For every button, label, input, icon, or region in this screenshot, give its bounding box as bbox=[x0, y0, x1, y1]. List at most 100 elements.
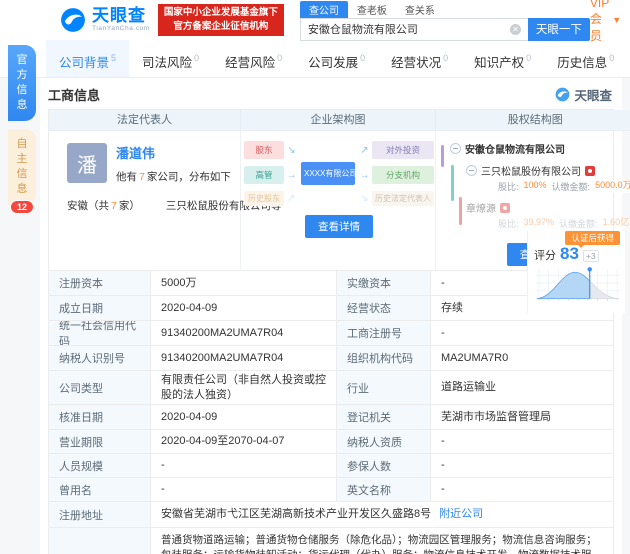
search-tab-boss[interactable]: 查老板 bbox=[348, 1, 396, 18]
watermark-text: 天眼查 bbox=[574, 85, 612, 104]
info-label: 英文名称 bbox=[337, 478, 431, 502]
ratio-value: 100% bbox=[524, 180, 547, 193]
org-chart-detail-button[interactable]: 查看详情 bbox=[305, 215, 373, 238]
ratio-label: 股比: bbox=[498, 217, 519, 230]
info-value: - bbox=[431, 478, 614, 502]
nearby-companies-link[interactable]: 附近公司 bbox=[439, 507, 483, 521]
amount-label: 认缴金额: bbox=[559, 217, 598, 230]
legal-rep-name-link[interactable]: 潘道伟 bbox=[116, 143, 231, 162]
org-node-branches[interactable]: 分支机构 bbox=[372, 166, 434, 184]
info-label-business-scope: 经营范围 bbox=[49, 528, 151, 554]
score-distribution-chart bbox=[534, 265, 622, 303]
tab-intellectual-property[interactable]: 知识产权0 bbox=[461, 40, 544, 77]
org-chart-card: 股东 ↘ 对外投资 ↗ 高管 → XXXX有限公司 → 分支机构 历史股东 ↗ … bbox=[241, 131, 436, 270]
info-value: 2020-04-09至2070-04-07 bbox=[151, 430, 337, 454]
search-tabs: 查公司 查老板 查关系 bbox=[300, 3, 590, 18]
beneficial-owner-icon bbox=[500, 203, 510, 213]
info-label: 行业 bbox=[337, 371, 431, 405]
search-module: 查公司 查老板 查关系 ✕ 天眼一下 bbox=[300, 3, 590, 41]
self-info-count-badge: 12 bbox=[10, 200, 34, 214]
tab-count: 0 bbox=[194, 53, 199, 63]
amount-value: 5000.0万 bbox=[595, 180, 630, 193]
clear-icon[interactable]: ✕ bbox=[510, 24, 521, 35]
info-value: 2020-04-09 bbox=[151, 405, 337, 430]
collapse-icon[interactable] bbox=[450, 143, 461, 154]
shareholder-name-link[interactable]: 三只松鼠股份有限公司 bbox=[481, 163, 581, 178]
score-label: 评分 bbox=[534, 247, 556, 263]
page: 天眼查 TianYanCha.com 国家中小企业发展基金旗下 官方备案企业征信… bbox=[0, 0, 630, 554]
amount-value: 1.60亿 bbox=[603, 217, 630, 230]
registered-address: 安徽省芜湖市弋江区芜湖高新技术产业开发区久盛路8号 附近公司 bbox=[151, 502, 614, 528]
shareholder-name-link[interactable]: 章燎源 bbox=[466, 200, 496, 215]
equity-root-company[interactable]: 安徽仓鼠物流有限公司 bbox=[465, 141, 565, 156]
info-label: 曾用名 bbox=[49, 478, 151, 502]
top-bar: 天眼查 TianYanCha.com 国家中小企业发展基金旗下 官方备案企业征信… bbox=[0, 0, 630, 40]
tab-history-info[interactable]: 历史信息0 bbox=[544, 40, 627, 77]
side-tab-official-info[interactable]: 官方信息 bbox=[8, 45, 36, 121]
search-button[interactable]: 天眼一下 bbox=[528, 18, 590, 41]
business-info-panel: 工商信息 天眼查 法定代表人 企业架构图 股权结构图 潘 潘道伟 他有 bbox=[40, 78, 622, 554]
tree-bar bbox=[451, 165, 454, 201]
gov-badge-line1: 国家中小企业发展基金旗下 bbox=[164, 6, 278, 20]
arrow-right-icon: → bbox=[357, 170, 372, 181]
info-label: 实缴资本 bbox=[337, 271, 431, 296]
tab-operation-risk[interactable]: 经营风险0 bbox=[212, 40, 295, 77]
info-label: 成立日期 bbox=[49, 296, 151, 321]
info-value: - bbox=[151, 454, 337, 478]
score-delta: +3 bbox=[583, 250, 599, 262]
arrow-right-icon: → bbox=[284, 170, 299, 181]
vip-member-menu[interactable]: VIP会员 ▼ bbox=[590, 0, 621, 44]
side-tab-self-info[interactable]: 自主信息 12 bbox=[8, 129, 36, 205]
score-badge: 认证后获得 bbox=[565, 231, 620, 245]
search-tab-company[interactable]: 查公司 bbox=[300, 1, 348, 18]
info-value: 芜湖市市场监督管理局 bbox=[431, 405, 614, 430]
info-label: 注册资本 bbox=[49, 271, 151, 296]
org-node-historical-legal-rep[interactable]: 历史法定代表人 bbox=[372, 191, 434, 206]
company-score-widget[interactable]: 认证后获得 评分 83 +3 bbox=[527, 231, 625, 313]
brand-name: 天眼查 bbox=[92, 7, 150, 24]
arrow-up-right-icon: ↗ bbox=[357, 145, 372, 156]
org-node-outbound-investment[interactable]: 对外投资 bbox=[372, 141, 434, 159]
info-value: 2020-04-09 bbox=[151, 296, 337, 321]
info-value: - bbox=[431, 454, 614, 478]
tree-bar bbox=[441, 145, 444, 167]
gov-badge-line2: 官方备案企业征信机构 bbox=[164, 20, 278, 34]
tianyancha-logo[interactable]: 天眼查 TianYanCha.com bbox=[60, 7, 150, 33]
info-value: 91340200MA2UMA7R04 bbox=[151, 321, 337, 346]
company-nav-tabs: 公司背景5 司法风险0 经营风险0 公司发展0 经营状况0 知识产权0 历史信息… bbox=[0, 40, 630, 78]
org-node-shareholders[interactable]: 股东 bbox=[244, 141, 284, 159]
org-node-executives[interactable]: 高管 bbox=[244, 166, 284, 184]
chevron-down-icon: ▼ bbox=[612, 15, 621, 25]
tab-judicial-risk[interactable]: 司法风险0 bbox=[129, 40, 212, 77]
search-tab-relation[interactable]: 查关系 bbox=[396, 1, 444, 18]
ratio-label: 股比: bbox=[498, 180, 519, 193]
tab-company-background[interactable]: 公司背景5 bbox=[46, 40, 129, 77]
org-node-company-center[interactable]: XXXX有限公司 bbox=[301, 162, 355, 185]
gov-certification-badge: 国家中小企业发展基金旗下 官方备案企业征信机构 bbox=[158, 4, 284, 36]
search-input[interactable] bbox=[300, 18, 528, 41]
tab-count: 0 bbox=[609, 53, 614, 63]
info-value: 5000万 bbox=[151, 271, 337, 296]
info-value: - bbox=[431, 321, 614, 346]
info-value: MA2UMA7R0 bbox=[431, 346, 614, 371]
info-label: 公司类型 bbox=[49, 371, 151, 405]
info-value: 道路运输业 bbox=[431, 371, 614, 405]
ratio-value: 39.97% bbox=[524, 217, 555, 230]
info-label: 经营状态 bbox=[337, 296, 431, 321]
arrow-down-right-icon: ↘ bbox=[357, 193, 372, 204]
avatar[interactable]: 潘 bbox=[67, 143, 107, 183]
side-tabs: 官方信息 自主信息 12 bbox=[8, 45, 38, 205]
tab-company-development[interactable]: 公司发展0 bbox=[295, 40, 378, 77]
info-value: - bbox=[431, 430, 614, 454]
amount-label: 认缴金额: bbox=[552, 180, 591, 193]
section-title: 工商信息 bbox=[48, 85, 100, 104]
brand-domain: TianYanCha.com bbox=[92, 26, 150, 33]
vip-label: VIP会员 bbox=[590, 0, 609, 44]
tab-count: 0 bbox=[277, 53, 282, 63]
tab-count: 5 bbox=[111, 53, 116, 63]
info-label: 纳税人识别号 bbox=[49, 346, 151, 371]
col-header-legal-rep: 法定代表人 bbox=[49, 110, 241, 131]
tab-operation-status[interactable]: 经营状况0 bbox=[378, 40, 461, 77]
org-node-historical-shareholders[interactable]: 历史股东 bbox=[244, 191, 284, 206]
collapse-icon[interactable] bbox=[466, 165, 477, 176]
